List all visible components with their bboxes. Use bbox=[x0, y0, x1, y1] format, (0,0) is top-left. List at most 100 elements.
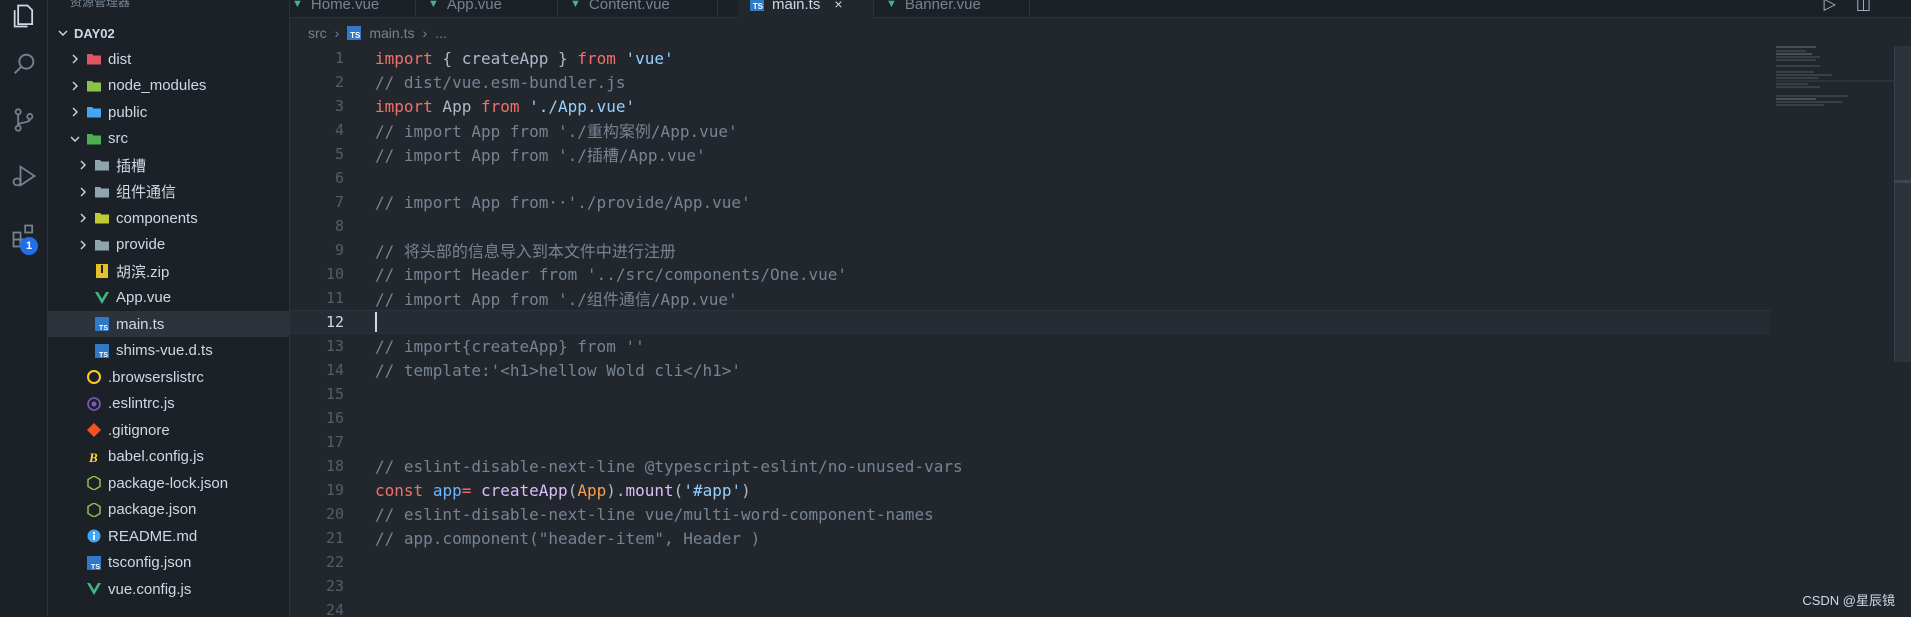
code-text: // import App from './组件通信/App.vue' bbox=[375, 290, 738, 309]
close-icon[interactable]: × bbox=[834, 0, 842, 12]
tree-item[interactable]: .eslintrc.js bbox=[48, 391, 290, 417]
git-icon bbox=[86, 422, 102, 438]
tree-item-label: main.ts bbox=[116, 315, 165, 333]
line-number: 11 bbox=[325, 289, 344, 307]
tree-item[interactable]: TS shims-vue.d.ts bbox=[48, 338, 290, 364]
tree-item[interactable]: 插槽 bbox=[48, 152, 290, 178]
line-number: 7 bbox=[334, 193, 344, 211]
code-line: 19 const app= createApp(App).mount('#app'… bbox=[290, 478, 1770, 502]
babel-icon: B bbox=[86, 449, 102, 465]
line-number: 12 bbox=[325, 313, 344, 331]
search-icon[interactable] bbox=[0, 40, 48, 88]
tree-item-label: App.vue bbox=[116, 289, 172, 306]
tree-item-label: package.json bbox=[108, 501, 197, 518]
vue-icon: ▼ bbox=[428, 0, 439, 10]
text-cursor bbox=[375, 312, 377, 333]
folder-public-icon bbox=[86, 104, 102, 120]
code-line: 14 // template:'<h1>hellow Wold cli</h1>' bbox=[290, 358, 1770, 382]
line-number: 3 bbox=[334, 97, 344, 115]
editor-actions: ▷ ◫ bbox=[1824, 0, 1871, 14]
tab-home-vue[interactable]: ▼ Home.vue bbox=[280, 0, 416, 18]
tree-item-label: provide bbox=[116, 236, 166, 253]
tree-item[interactable]: package-lock.json bbox=[48, 470, 290, 496]
code-text: const app= createApp(App).mount('#app') bbox=[375, 480, 751, 500]
code-text: // import{createApp} from '' bbox=[375, 336, 645, 356]
tree-item-label: README.md bbox=[108, 527, 198, 545]
tree-item[interactable]: Bbabel.config.js bbox=[48, 444, 290, 470]
tree-item[interactable]: components bbox=[48, 205, 290, 231]
svg-text:TS: TS bbox=[99, 352, 108, 358]
tree-item[interactable]: provide bbox=[48, 232, 290, 258]
code-text: // dist/vue.esm-bundler.js bbox=[375, 72, 626, 92]
code-line: 8 bbox=[290, 214, 1770, 238]
breadcrumb-file[interactable]: main.ts bbox=[369, 25, 414, 41]
code-text: // import App from './插槽/App.vue' bbox=[375, 146, 706, 165]
code-line: 3 import App from './App.vue' bbox=[290, 94, 1770, 118]
tree-item[interactable]: README.md bbox=[48, 523, 290, 549]
tab-content-vue[interactable]: ▼ Content.vue bbox=[558, 0, 718, 18]
vue-icon: ▼ bbox=[570, 0, 581, 10]
tree-root-label: DAY02 bbox=[74, 25, 115, 41]
typescript-icon: TS bbox=[347, 26, 362, 40]
tree-item[interactable]: public bbox=[48, 99, 290, 125]
line-number: 24 bbox=[325, 601, 344, 617]
tree-item-label: .eslintrc.js bbox=[108, 395, 175, 412]
tree-item[interactable]: src bbox=[48, 126, 290, 152]
split-editor-icon[interactable]: ◫ bbox=[1856, 0, 1871, 14]
tab-app-vue[interactable]: ▼ App.vue bbox=[416, 0, 558, 18]
vue-config-icon bbox=[86, 581, 102, 597]
tree-item[interactable]: 胡滨.zip bbox=[48, 258, 290, 284]
chevron-down-icon bbox=[56, 26, 70, 40]
tree-item[interactable]: TS tsconfig.json bbox=[48, 550, 290, 576]
code-line: 18 // eslint-disable-next-line @typescrip… bbox=[290, 454, 1770, 478]
tree-item[interactable]: TS main.ts bbox=[48, 311, 290, 337]
nodejs-icon bbox=[86, 502, 102, 518]
tree-item[interactable]: 组件通信 bbox=[48, 179, 290, 205]
tree-item-label: package-lock.json bbox=[108, 474, 229, 492]
line-number: 23 bbox=[325, 577, 344, 595]
code-line: 4 // import App from './重构案例/App.vue' bbox=[290, 118, 1770, 142]
folder-components-icon bbox=[94, 210, 110, 226]
line-number: 18 bbox=[325, 457, 344, 475]
activity-bar: 1 bbox=[0, 0, 48, 617]
code-line: 22 bbox=[290, 550, 1770, 574]
code-text: // import App from './重构案例/App.vue' bbox=[375, 122, 738, 141]
editor-tabs: ▼ Home.vue ▼ App.vue ▼ Content.vue TS main.t… bbox=[290, 0, 1911, 18]
code-editor[interactable]: 1 import { createApp } from 'vue' 2 // dis… bbox=[290, 46, 1911, 617]
run-debug-icon[interactable] bbox=[0, 152, 48, 200]
tree-item-label: components bbox=[116, 209, 198, 227]
chevron-right-icon bbox=[76, 211, 90, 225]
code-line: 7 // import App from··'./provide/App.vue' bbox=[290, 190, 1770, 214]
tree-item-label: 组件通信 bbox=[116, 184, 177, 201]
tab-main-ts[interactable]: TS main.ts × bbox=[738, 0, 874, 18]
code-line: 2 // dist/vue.esm-bundler.js bbox=[290, 70, 1770, 94]
explorer-icon[interactable] bbox=[0, 0, 48, 40]
tree-item[interactable]: App.vue bbox=[48, 285, 290, 311]
breadcrumb-folder[interactable]: src bbox=[308, 25, 327, 41]
code-text: // app.component("header-item", Header ) bbox=[375, 528, 761, 548]
folder-node-icon bbox=[86, 78, 102, 94]
code-text: import { createApp } from 'vue' bbox=[375, 48, 674, 68]
chevron-right-icon bbox=[68, 79, 82, 93]
run-icon[interactable]: ▷ bbox=[1824, 0, 1836, 14]
editor-scrollbar[interactable] bbox=[1894, 46, 1911, 362]
line-number: 22 bbox=[325, 553, 344, 571]
folder-icon bbox=[94, 184, 110, 200]
breadcrumb-more[interactable]: ... bbox=[435, 25, 447, 41]
tree-root-folder[interactable]: DAY02 bbox=[48, 20, 290, 46]
minimap[interactable] bbox=[1776, 46, 1894, 106]
tree-item[interactable]: package.json bbox=[48, 497, 290, 523]
tree-item-label: dist bbox=[108, 50, 132, 68]
source-control-icon[interactable] bbox=[0, 96, 48, 144]
code-line: 21 // app.component("header-item", Header… bbox=[290, 526, 1770, 550]
tree-item[interactable]: vue.config.js bbox=[48, 576, 290, 602]
tree-item[interactable]: dist bbox=[48, 46, 290, 72]
tab-banner-vue[interactable]: ▼ Banner.vue bbox=[874, 0, 1030, 18]
tree-item[interactable]: .browserslistrc bbox=[48, 364, 290, 390]
tree-item[interactable]: .gitignore bbox=[48, 417, 290, 443]
tsconfig-icon: TS bbox=[86, 555, 102, 571]
current-code-line: 12 bbox=[290, 310, 1770, 334]
tree-item[interactable]: node_modules bbox=[48, 73, 290, 99]
code-line: 10 // import Header from '../src/componen… bbox=[290, 262, 1770, 286]
chevron-right-icon: › bbox=[422, 25, 428, 41]
